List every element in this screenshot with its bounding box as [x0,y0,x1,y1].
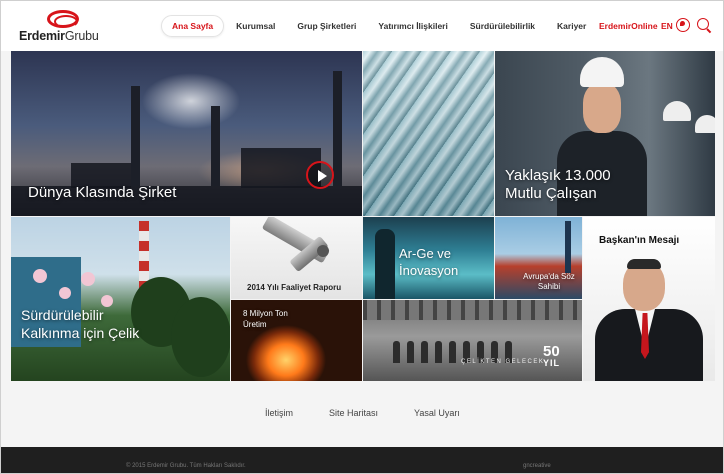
tree-shape [171,297,230,377]
play-video-icon[interactable] [306,161,334,189]
erdemir-online-link[interactable]: ErdemirOnline [599,21,658,31]
tile-mutlu-calisan[interactable]: Yaklaşık 13.000 Mutlu Çalışan [495,51,715,216]
nav-item-surdurulebilirlik[interactable]: Sürdürülebilirlik [470,21,535,31]
nav-item-ana-sayfa[interactable]: Ana Sayfa [161,15,225,37]
sphere-shape [317,245,329,257]
nav-item-grup-sirketleri[interactable]: Grup Şirketleri [297,21,356,31]
blossom-shape [33,269,47,283]
credit-link[interactable]: gncreative [523,463,551,469]
site-header: ErdemirGrubu Ana Sayfa Kurumsal Grup Şir… [1,1,723,51]
worker-face-shape [583,83,621,133]
tile-caption: Ar-Ge ve İnovasyon [399,246,459,278]
chimney-shape [211,106,220,186]
logo-ring-icon [47,10,79,28]
globe-icon[interactable] [676,18,690,32]
worker-shape [393,341,400,363]
tile-caption-line-1: Yaklaşık 13.000 [505,167,611,184]
helmet-shape [663,101,691,121]
tile-caption: Avrupa'da Söz Sahibi [523,272,575,291]
page-frame: ErdemirGrubu Ana Sayfa Kurumsal Grup Şir… [0,0,724,474]
tile-faaliyet-raporu[interactable]: 2014 Yılı Faaliyet Raporu [231,217,362,299]
footer-link-yasal-uyari[interactable]: Yasal Uyarı [414,408,460,418]
anniversary-tagline: ÇELİKTEN GELECEK [461,359,545,365]
footer-link-site-haritasi[interactable]: Site Haritası [329,408,378,418]
tile-baskanin-mesaji[interactable]: Başkan'ın Mesajı [583,217,715,381]
tile-50-yil[interactable]: ÇELİKTEN GELECEK 50 YIL [363,300,582,381]
tile-avrupada-soz-sahibi[interactable]: Avrupa'da Söz Sahibi [495,217,582,299]
tile-8-milyon-ton-uretim[interactable]: 8 Milyon Ton Üretim [231,300,362,381]
tile-caption: Başkan'ın Mesajı [599,235,680,246]
blossom-shape [101,295,113,307]
worker-shape [407,341,414,363]
blossom-shape [81,272,95,286]
chimney-shape [131,86,140,186]
chairman-hair-shape [627,259,661,269]
worker-shape [375,229,395,299]
search-icon[interactable] [697,18,709,30]
logo-text: ErdemirGrubu [19,29,99,43]
nav-item-kurumsal[interactable]: Kurumsal [236,21,275,31]
nav-item-kariyer[interactable]: Kariyer [557,21,586,31]
tile-caption: 2014 Yılı Faaliyet Raporu [247,283,342,292]
tile-surdurulebilir-kalkinma[interactable]: Sürdürülebilir Kalkınma için Çelik [11,217,230,381]
footer-bar: © 2015 Erdemir Grubu. Tüm Hakları Saklıd… [1,447,723,473]
tile-caption: Dünya Klasında Şirket [28,184,177,201]
worker-shape [449,341,456,363]
worker-shape [421,341,428,363]
nav-item-yatirimci-iliskileri[interactable]: Yatırımcı İlişkileri [378,21,447,31]
language-link[interactable]: EN [661,21,673,31]
helmet-shape [580,57,624,87]
logo-bold: Erdemir [19,29,65,43]
tile-caption-line-2: Kalkınma için Çelik [21,325,140,341]
anniversary-yil: YIL [543,358,561,368]
tile-arge-inovasyon[interactable]: Ar-Ge ve İnovasyon [363,217,494,299]
tile-caption: 8 Milyon Ton Üretim [243,309,288,329]
factory-roof-shape [363,300,582,320]
logo-light: Grubu [64,29,99,43]
copyright-text: © 2015 Erdemir Grubu. Tüm Hakları Saklıd… [126,463,246,469]
footer-link-iletisim[interactable]: İletişim [265,408,293,418]
tile-caption-line-1: Sürdürülebilir [21,307,104,323]
helmet-shape [695,115,715,133]
tile-dunya-klasinda-sirket[interactable]: Dünya Klasında Şirket [11,51,362,216]
tile-caption-line-2: Mutlu Çalışan [505,185,597,202]
anniversary-number: 50 [543,343,560,360]
crane-shape [565,221,571,273]
main-nav: Ana Sayfa Kurumsal Grup Şirketleri Yatır… [161,15,608,37]
erdemir-logo[interactable]: ErdemirGrubu [19,10,109,44]
tile-steel-coils[interactable] [363,51,494,216]
blossom-shape [59,287,71,299]
chimney-shape [333,71,342,186]
footer-links: İletişim Site Haritası Yasal Uyarı [1,381,723,447]
worker-shape [435,341,442,363]
